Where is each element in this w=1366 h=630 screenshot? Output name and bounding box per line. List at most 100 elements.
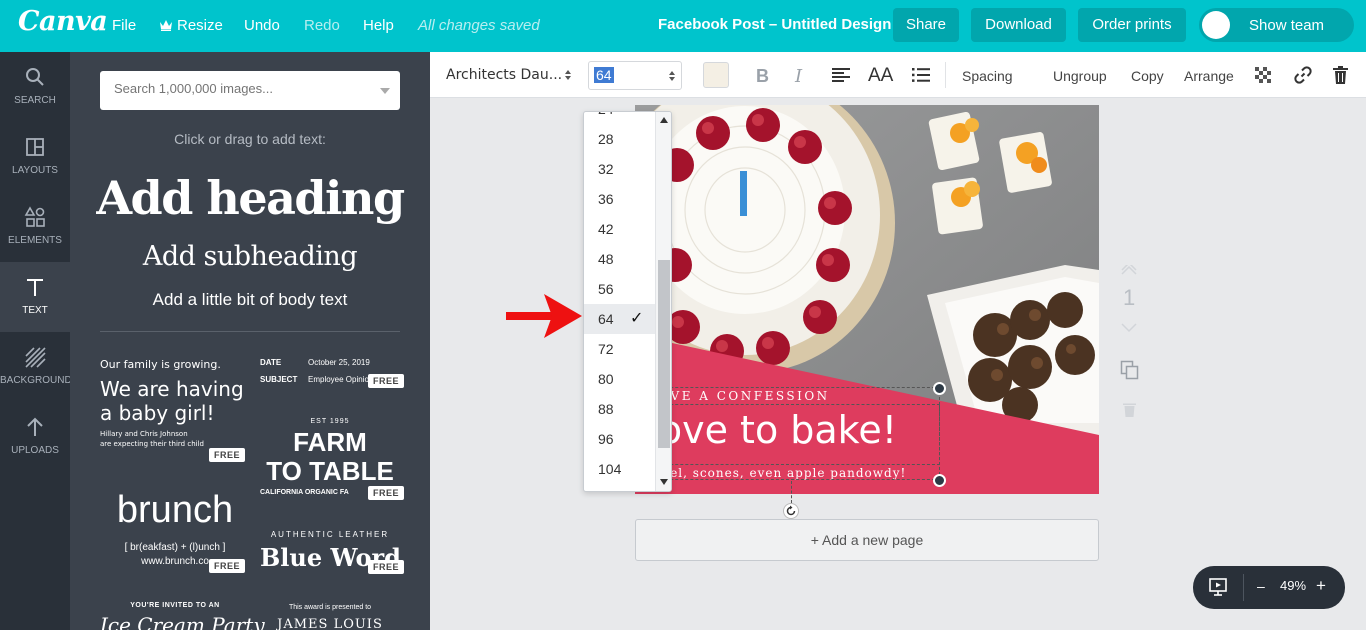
page-down-icon[interactable] <box>1121 323 1137 333</box>
scroll-down-arrow-icon[interactable] <box>660 479 668 485</box>
farm-line1: FARM <box>293 427 367 457</box>
show-team-toggle[interactable]: Show team <box>1199 8 1354 42</box>
canva-logo[interactable]: Canva <box>18 6 108 37</box>
font-size-option[interactable]: 28 <box>584 124 655 154</box>
font-size-option[interactable]: 36 <box>584 184 655 214</box>
text-template-award[interactable]: This award is presented to JAMES LOUIS <box>260 604 400 630</box>
design-canvas[interactable]: HAVE A CONFESSION I love to bake! Strude… <box>635 105 1099 494</box>
arrange-button[interactable]: Arrange <box>1184 68 1234 84</box>
rail-text[interactable]: TEXT <box>0 262 70 332</box>
help-menu[interactable]: Help <box>363 17 394 34</box>
zoom-level[interactable]: 49% <box>1280 578 1306 593</box>
redo-button[interactable]: Redo <box>304 17 340 34</box>
rail-uploads-label: UPLOADS <box>11 445 59 456</box>
rail-layouts-label: LAYOUTS <box>12 165 58 176</box>
present-icon[interactable] <box>1209 578 1227 596</box>
image-search-input[interactable] <box>114 81 364 96</box>
font-size-option[interactable]: 104 <box>584 454 655 484</box>
updown-arrows-icon <box>565 70 571 80</box>
text-toolbar: Architects Dau... 64 B I AA Spacing Ungr… <box>430 52 1366 98</box>
font-size-option[interactable]: 56 <box>584 274 655 304</box>
dropdown-scrollbar[interactable] <box>655 112 671 491</box>
download-button[interactable]: Download <box>971 8 1066 42</box>
rail-uploads[interactable]: UPLOADS <box>0 402 70 472</box>
red-arrow-annotation <box>506 294 582 338</box>
spacing-button[interactable]: Spacing <box>962 68 1013 84</box>
file-menu[interactable]: File <box>112 17 136 34</box>
trash-icon[interactable] <box>1333 66 1348 84</box>
align-left-icon[interactable] <box>832 68 850 82</box>
leather-top: AUTHENTIC LEATHER <box>270 530 390 539</box>
duplicate-page-icon[interactable] <box>1120 360 1140 380</box>
font-family-select[interactable]: Architects Dau... <box>446 67 562 83</box>
font-size-input[interactable]: 64 <box>588 61 682 90</box>
text-case-button[interactable]: AA <box>868 65 893 87</box>
delete-page-icon[interactable] <box>1123 402 1136 417</box>
bold-button[interactable]: B <box>756 66 769 87</box>
page-up-icon[interactable] <box>1121 265 1137 275</box>
font-size-option-selected[interactable]: 64 ✓ <box>584 304 655 334</box>
checkmark-icon: ✓ <box>630 310 644 327</box>
elements-icon <box>24 206 45 227</box>
italic-button[interactable]: I <box>795 66 802 87</box>
free-badge: FREE <box>209 559 246 573</box>
farm-line2: TO TABLE <box>266 456 394 486</box>
memo-subject-value: Employee Opinio <box>308 375 369 384</box>
award-top: This award is presented to <box>288 604 372 611</box>
updown-arrows-icon <box>669 71 675 81</box>
font-size-dropdown[interactable]: 24 28 32 36 42 48 56 64 ✓ 72 80 88 96 10… <box>583 111 672 492</box>
baby-line5: are expecting their third child <box>100 440 204 448</box>
resize-handle[interactable] <box>933 474 946 487</box>
page-number: 1 <box>1123 285 1136 310</box>
ungroup-button[interactable]: Ungroup <box>1053 68 1107 84</box>
undo-button[interactable]: Undo <box>244 17 280 34</box>
chevron-down-icon[interactable] <box>380 88 390 94</box>
zoom-out-button[interactable]: – <box>1257 578 1265 594</box>
scrollbar-thumb[interactable] <box>658 260 670 448</box>
image-search-box[interactable] <box>100 71 400 110</box>
add-page-button[interactable]: + Add a new page <box>635 519 1099 561</box>
list-icon[interactable] <box>912 68 930 82</box>
font-size-option[interactable]: 48 <box>584 244 655 274</box>
text-template-invite[interactable]: YOU'RE INVITED TO AN Ice Cream Party <box>100 602 265 630</box>
rail-elements[interactable]: ELEMENTS <box>0 192 70 262</box>
transparency-icon[interactable] <box>1255 67 1271 83</box>
text-color-swatch[interactable] <box>703 62 729 88</box>
free-badge: FREE <box>368 560 405 574</box>
font-size-option[interactable]: 96 <box>584 424 655 454</box>
toolbar-divider <box>945 62 946 88</box>
link-icon[interactable] <box>1294 66 1312 84</box>
document-title[interactable]: Facebook Post – Untitled Design <box>658 16 891 33</box>
font-size-option[interactable]: 88 <box>584 394 655 424</box>
rail-layouts[interactable]: LAYOUTS <box>0 122 70 192</box>
free-badge: FREE <box>209 448 246 462</box>
font-size-option[interactable]: 32 <box>584 154 655 184</box>
font-size-option[interactable]: 72 <box>584 334 655 364</box>
save-status: All changes saved <box>418 17 540 34</box>
copy-button[interactable]: Copy <box>1131 68 1164 84</box>
order-prints-button[interactable]: Order prints <box>1078 8 1186 42</box>
memo-subject-label: SUBJECT <box>260 375 298 384</box>
add-body-text-button[interactable]: Add a little bit of body text <box>70 290 430 310</box>
rail-search[interactable]: SEARCH <box>0 52 70 122</box>
add-subheading-button[interactable]: Add subheading <box>70 241 430 272</box>
font-size-option-label: 64 <box>598 311 614 327</box>
share-button[interactable]: Share <box>893 8 959 42</box>
invite-top: YOU'RE INVITED TO AN <box>130 602 220 609</box>
rail-background[interactable]: BACKGROUND <box>0 332 72 402</box>
resize-menu[interactable]: Resize <box>159 17 223 34</box>
zoom-in-button[interactable]: + <box>1316 576 1326 596</box>
free-badge: FREE <box>368 486 405 500</box>
scroll-up-arrow-icon[interactable] <box>660 117 668 123</box>
add-heading-button[interactable]: Add heading <box>70 171 430 225</box>
panel-divider <box>100 331 400 332</box>
baby-line4: Hillary and Chris Johnson <box>100 430 188 438</box>
resize-handle[interactable] <box>933 382 946 395</box>
upload-arrow-icon <box>27 417 43 436</box>
font-size-option[interactable]: 42 <box>584 214 655 244</box>
rotate-icon[interactable] <box>783 503 799 519</box>
font-size-option[interactable]: 80 <box>584 364 655 394</box>
background-icon <box>25 347 46 368</box>
font-size-option[interactable]: 24 <box>584 112 655 124</box>
free-badge: FREE <box>368 374 405 388</box>
